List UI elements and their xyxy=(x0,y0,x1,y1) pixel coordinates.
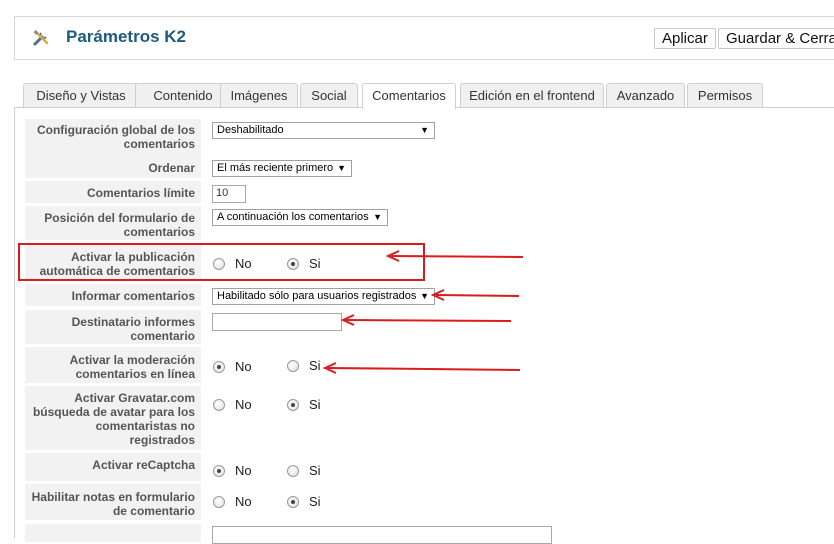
annotation-arrow xyxy=(385,250,524,262)
tab-label: Comentarios xyxy=(372,88,446,103)
annotation-arrow xyxy=(340,314,512,326)
annotation-arrow xyxy=(430,289,520,301)
annotation-arrows xyxy=(322,250,524,374)
annotation-arrow xyxy=(322,362,521,374)
tab-comments[interactable]: Comentarios xyxy=(362,83,456,109)
